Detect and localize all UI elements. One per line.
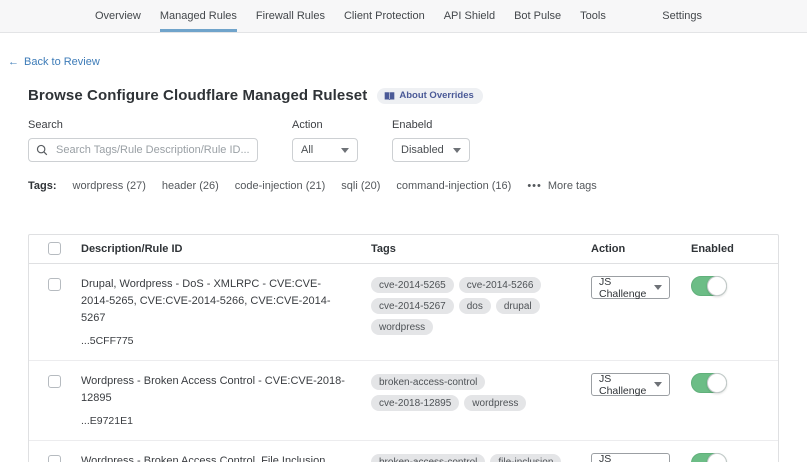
- rule-enabled-toggle[interactable]: [691, 276, 727, 296]
- chevron-down-icon: [654, 285, 662, 290]
- tab-firewall-rules[interactable]: Firewall Rules: [256, 0, 325, 32]
- rule-description: Drupal, Wordpress - DoS - XMLRPC - CVE:C…: [81, 276, 371, 327]
- action-filter-select[interactable]: All: [292, 138, 358, 162]
- rule-action-value: JS Challenge: [599, 453, 654, 462]
- tag-filter-item[interactable]: header (26): [162, 180, 219, 192]
- rule-description: Wordpress - Broken Access Control - CVE:…: [81, 373, 371, 407]
- table-row: Wordpress - Broken Access Control - CVE:…: [29, 361, 778, 441]
- top-navigation: Overview Managed Rules Firewall Rules Clien…: [0, 0, 807, 33]
- badge-label: About Overrides: [399, 90, 473, 101]
- enabled-filter-value: Disabled: [401, 144, 444, 156]
- tab-managed-rules[interactable]: Managed Rules: [160, 0, 237, 32]
- rule-action-select[interactable]: JS Challenge: [591, 373, 670, 396]
- rule-tags: broken-access-controlfile-inclusionwordp…: [371, 453, 591, 462]
- tag-pill: cve-2014-5265: [371, 277, 454, 293]
- rule-tags: broken-access-control cve-2018-12895 wordp…: [371, 373, 591, 411]
- tag-pill: dos: [459, 298, 491, 314]
- action-filter-value: All: [301, 144, 313, 156]
- select-all-checkbox[interactable]: [48, 242, 61, 255]
- rules-table: Description/Rule ID Tags Action Enabled …: [28, 234, 779, 462]
- tags-bar: Tags: wordpress (27) header (26) code-inje…: [28, 180, 779, 192]
- tab-bot-pulse[interactable]: Bot Pulse: [514, 0, 561, 32]
- back-to-review-link[interactable]: ← Back to Review: [8, 56, 100, 68]
- tag-pill: wordpress: [464, 395, 526, 411]
- row-checkbox[interactable]: [48, 455, 61, 462]
- chevron-down-icon: [654, 382, 662, 387]
- tag-pill: broken-access-control: [371, 454, 485, 462]
- tab-settings[interactable]: Settings: [662, 7, 702, 25]
- tag-pill: file-inclusion: [490, 454, 561, 462]
- column-header-enabled: Enabled: [691, 243, 778, 255]
- toggle-knob: [707, 453, 727, 462]
- rule-id: ...5CFF775: [81, 335, 371, 347]
- nav-tabs: Overview Managed Rules Firewall Rules Clien…: [95, 0, 606, 32]
- tab-client-protection[interactable]: Client Protection: [344, 0, 425, 32]
- tag-filter-item[interactable]: wordpress (27): [73, 180, 146, 192]
- chevron-down-icon: [453, 148, 461, 153]
- column-header-tags: Tags: [371, 243, 591, 255]
- toggle-knob: [707, 276, 727, 296]
- tag-filter-item[interactable]: code-injection (21): [235, 180, 326, 192]
- tag-pill: cve-2014-5266: [459, 277, 542, 293]
- tag-filter-item[interactable]: sqli (20): [341, 180, 380, 192]
- book-icon: [384, 91, 395, 101]
- rule-action-select[interactable]: JS Challenge: [591, 453, 670, 462]
- rule-id: ...E9721E1: [81, 415, 371, 427]
- column-header-description: Description/Rule ID: [81, 243, 371, 255]
- tag-pill: broken-access-control: [371, 374, 485, 390]
- rule-tags: cve-2014-5265 cve-2014-5266 cve-2014-5267 d…: [371, 276, 591, 335]
- table-header-row: Description/Rule ID Tags Action Enabled: [29, 235, 778, 264]
- tab-api-shield[interactable]: API Shield: [444, 0, 495, 32]
- rule-action-value: JS Challenge: [599, 373, 654, 397]
- toggle-knob: [707, 373, 727, 393]
- row-checkbox[interactable]: [48, 375, 61, 388]
- enabled-filter-select[interactable]: Disabled: [392, 138, 470, 162]
- row-checkbox[interactable]: [48, 278, 61, 291]
- back-arrow-icon: ←: [8, 56, 19, 68]
- rule-action-value: JS Challenge: [599, 276, 654, 300]
- rule-action-select[interactable]: JS Challenge: [591, 276, 670, 299]
- search-icon: [36, 144, 48, 156]
- back-link-label: Back to Review: [24, 56, 100, 68]
- search-input[interactable]: [28, 138, 258, 162]
- tags-bar-label: Tags:: [28, 180, 57, 192]
- page-title: Browse Configure Cloudflare Managed Rule…: [28, 87, 367, 104]
- rule-description: Wordpress - Broken Access Control, File …: [81, 453, 371, 462]
- tab-tools[interactable]: Tools: [580, 0, 606, 32]
- more-tags-label: More tags: [548, 180, 597, 192]
- rule-enabled-toggle[interactable]: [691, 373, 727, 393]
- tag-pill: drupal: [496, 298, 540, 314]
- about-overrides-badge[interactable]: About Overrides: [377, 88, 482, 104]
- more-tags-button[interactable]: ••• More tags: [527, 180, 596, 192]
- chevron-down-icon: [341, 148, 349, 153]
- column-header-action: Action: [591, 243, 691, 255]
- tag-pill: cve-2018-12895: [371, 395, 459, 411]
- tag-pill: wordpress: [371, 319, 433, 335]
- tab-overview[interactable]: Overview: [95, 0, 141, 32]
- table-row: Drupal, Wordpress - DoS - XMLRPC - CVE:C…: [29, 264, 778, 361]
- search-label: Search: [28, 119, 258, 131]
- enabled-filter-label: Enabeld: [392, 119, 470, 131]
- rule-enabled-toggle[interactable]: [691, 453, 727, 462]
- tag-pill: cve-2014-5267: [371, 298, 454, 314]
- tag-filter-item[interactable]: command-injection (16): [396, 180, 511, 192]
- ellipsis-icon: •••: [527, 180, 542, 192]
- table-row: Wordpress - Broken Access Control, File …: [29, 441, 778, 462]
- action-filter-label: Action: [292, 119, 358, 131]
